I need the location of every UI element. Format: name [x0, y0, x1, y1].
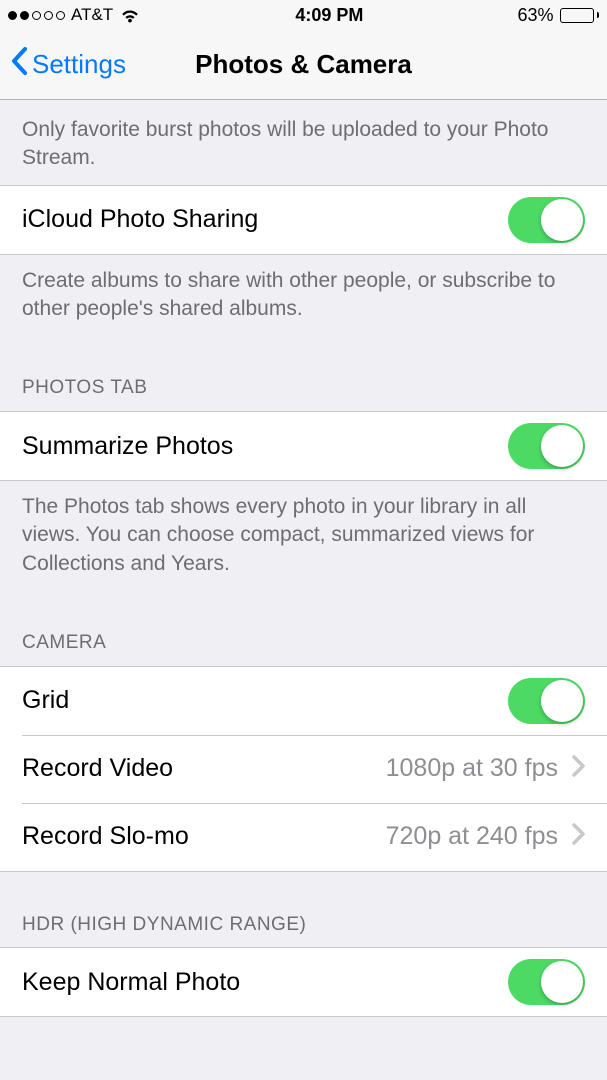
status-right: 63%	[517, 5, 599, 26]
cell-detail: 1080p at 30 fps	[386, 754, 558, 783]
toggle-summarize-photos[interactable]	[508, 423, 585, 469]
footer-burst: Only favorite burst photos will be uploa…	[0, 100, 607, 185]
nav-bar: Settings Photos & Camera	[0, 30, 607, 100]
row-record-slomo[interactable]: Record Slo-mo 720p at 240 fps	[0, 803, 607, 871]
header-photos-tab: Photos Tab	[0, 335, 607, 411]
group-camera: Grid Record Video 1080p at 30 fps Record…	[0, 666, 607, 872]
footer-summarize: The Photos tab shows every photo in your…	[0, 481, 607, 590]
row-summarize-photos[interactable]: Summarize Photos	[0, 412, 607, 480]
battery-icon	[560, 8, 600, 23]
cell-detail: 720p at 240 fps	[386, 822, 558, 851]
status-time: 4:09 PM	[295, 5, 363, 26]
chevron-left-icon	[10, 46, 28, 83]
cell-label: Keep Normal Photo	[22, 968, 240, 997]
group-hdr: Keep Normal Photo	[0, 947, 607, 1017]
chevron-right-icon	[572, 823, 585, 850]
cell-label: Summarize Photos	[22, 432, 233, 461]
footer-icloud-sharing: Create albums to share with other people…	[0, 255, 607, 336]
wifi-icon	[119, 7, 141, 23]
row-keep-normal-photo[interactable]: Keep Normal Photo	[0, 948, 607, 1016]
row-grid[interactable]: Grid	[0, 667, 607, 735]
header-hdr: HDR (High Dynamic Range)	[0, 872, 607, 948]
content-scroll[interactable]: Only favorite burst photos will be uploa…	[0, 100, 607, 1080]
status-left: AT&T	[8, 5, 141, 25]
chevron-right-icon	[572, 755, 585, 782]
toggle-icloud-photo-sharing[interactable]	[508, 197, 585, 243]
carrier-label: AT&T	[71, 5, 113, 25]
group-photos-tab: Summarize Photos	[0, 411, 607, 481]
group-icloud-sharing: iCloud Photo Sharing	[0, 185, 607, 255]
cell-label: Record Slo-mo	[22, 822, 189, 851]
toggle-grid[interactable]	[508, 678, 585, 724]
status-bar: AT&T 4:09 PM 63%	[0, 0, 607, 30]
battery-percentage: 63%	[517, 5, 553, 26]
toggle-keep-normal-photo[interactable]	[508, 959, 585, 1005]
row-icloud-photo-sharing[interactable]: iCloud Photo Sharing	[0, 186, 607, 254]
row-record-video[interactable]: Record Video 1080p at 30 fps	[0, 735, 607, 803]
cell-label: Grid	[22, 686, 69, 715]
back-label: Settings	[32, 49, 126, 80]
cell-label: iCloud Photo Sharing	[22, 205, 258, 234]
back-button[interactable]: Settings	[10, 46, 126, 83]
signal-strength-icon	[8, 11, 65, 20]
cell-label: Record Video	[22, 754, 173, 783]
header-camera: Camera	[0, 590, 607, 666]
